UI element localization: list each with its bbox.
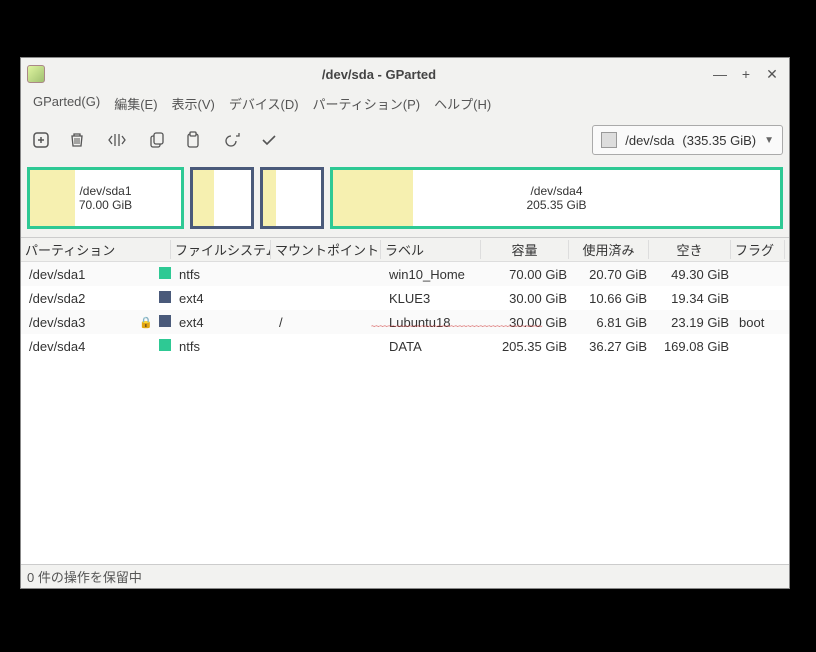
cell-used: 36.27 GiB — [575, 339, 655, 354]
cell-used: 20.70 GiB — [575, 267, 655, 282]
cell-flags: boot — [737, 315, 789, 330]
map-label-device: /dev/sda1 — [79, 184, 132, 198]
copy-button[interactable] — [143, 126, 171, 154]
col-free[interactable]: 空き — [649, 240, 731, 259]
app-window: /dev/sda - GParted — + ✕ GParted(G) 編集(E… — [20, 57, 790, 589]
map-partition-sda3[interactable] — [260, 167, 324, 229]
cell-size: 205.35 GiB — [487, 339, 575, 354]
menu-help[interactable]: ヘルプ(H) — [428, 92, 497, 115]
menu-edit[interactable]: 編集(E) — [108, 92, 163, 115]
toolbar: /dev/sda (335.35 GiB) ▼ — [21, 121, 789, 163]
table-body: ~~~~~~~~~~~~~~~~~~~~~~~~~~~~~~~~~~~~~~~~… — [21, 262, 789, 564]
disk-icon — [601, 132, 617, 148]
minimize-button[interactable]: — — [713, 67, 727, 81]
paste-button[interactable] — [179, 126, 207, 154]
new-partition-button[interactable] — [27, 126, 55, 154]
cell-partition: /dev/sda4 — [27, 339, 137, 354]
cell-used: 10.66 GiB — [575, 291, 655, 306]
cell-used: 6.81 GiB — [575, 315, 655, 330]
col-used[interactable]: 使用済み — [569, 240, 649, 259]
col-mount[interactable]: マウントポイント — [271, 240, 381, 259]
map-label-size: 70.00 GiB — [79, 198, 132, 212]
undo-button[interactable] — [219, 126, 247, 154]
status-bar: 0 件の操作を保留中 — [21, 564, 789, 588]
lock-icon: 🔒 — [137, 316, 157, 329]
cell-free: 49.30 GiB — [655, 267, 737, 282]
map-partition-sda2[interactable] — [190, 167, 254, 229]
menu-view[interactable]: 表示(V) — [166, 92, 221, 115]
device-selector[interactable]: /dev/sda (335.35 GiB) ▼ — [592, 125, 783, 155]
device-size: (335.35 GiB) — [682, 133, 756, 148]
partition-table: パーティション ファイルシステム マウントポイント ラベル 容量 使用済み 空き… — [21, 237, 789, 564]
window-title: /dev/sda - GParted — [53, 67, 705, 82]
apply-button[interactable] — [255, 126, 283, 154]
disk-map: /dev/sda1 70.00 GiB /dev/sda4 205.35 GiB — [21, 163, 789, 233]
fs-color-icon — [157, 291, 177, 306]
col-size[interactable]: 容量 — [481, 240, 569, 259]
cell-size: 30.00 GiB — [487, 291, 575, 306]
map-partition-sda4[interactable]: /dev/sda4 205.35 GiB — [330, 167, 783, 229]
cell-label: DATA — [387, 339, 487, 354]
cell-mount: / — [277, 315, 387, 330]
menu-partition[interactable]: パーティション(P) — [307, 92, 427, 115]
cell-size: 70.00 GiB — [487, 267, 575, 282]
menu-gparted[interactable]: GParted(G) — [27, 92, 106, 115]
table-row[interactable]: /dev/sda1 ntfs win10_Home70.00 GiB20.70 Gi… — [21, 262, 789, 286]
cell-label: win10_Home — [387, 267, 487, 282]
col-partition[interactable]: パーティション — [21, 240, 171, 259]
cell-label: KLUE3 — [387, 291, 487, 306]
chevron-down-icon: ▼ — [764, 135, 774, 146]
cell-partition: /dev/sda1 — [27, 267, 137, 282]
cell-filesystem: ntfs — [177, 339, 277, 354]
titlebar: /dev/sda - GParted — + ✕ — [21, 58, 789, 90]
delete-partition-button[interactable] — [63, 126, 91, 154]
fs-color-icon — [157, 267, 177, 282]
cell-label: Lubuntu18 — [387, 315, 487, 330]
map-partition-sda1[interactable]: /dev/sda1 70.00 GiB — [27, 167, 184, 229]
table-row[interactable]: /dev/sda2 ext4 KLUE330.00 GiB10.66 GiB19.3… — [21, 286, 789, 310]
device-name: /dev/sda — [625, 133, 674, 148]
map-label-device: /dev/sda4 — [526, 184, 586, 198]
cell-filesystem: ext4 — [177, 315, 277, 330]
resize-button[interactable] — [103, 126, 131, 154]
cell-free: 23.19 GiB — [655, 315, 737, 330]
table-row[interactable]: /dev/sda4 ntfs DATA205.35 GiB36.27 GiB169.… — [21, 334, 789, 358]
table-header: パーティション ファイルシステム マウントポイント ラベル 容量 使用済み 空き… — [21, 238, 789, 262]
cell-partition: /dev/sda2 — [27, 291, 137, 306]
table-row[interactable]: /dev/sda3🔒 ext4/Lubuntu1830.00 GiB6.81 Gi… — [21, 310, 789, 334]
fs-color-icon — [157, 339, 177, 354]
cell-size: 30.00 GiB — [487, 315, 575, 330]
close-button[interactable]: ✕ — [765, 67, 779, 81]
cell-free: 19.34 GiB — [655, 291, 737, 306]
col-filesystem[interactable]: ファイルシステム — [171, 240, 271, 259]
cell-filesystem: ntfs — [177, 267, 277, 282]
map-label-size: 205.35 GiB — [526, 198, 586, 212]
cell-filesystem: ext4 — [177, 291, 277, 306]
menubar: GParted(G) 編集(E) 表示(V) デバイス(D) パーティション(P… — [21, 90, 789, 121]
col-flags[interactable]: フラグ — [731, 240, 785, 259]
cell-partition: /dev/sda3 — [27, 315, 137, 330]
fs-color-icon — [157, 315, 177, 330]
status-text: 0 件の操作を保留中 — [27, 567, 142, 586]
menu-device[interactable]: デバイス(D) — [223, 92, 305, 115]
window-controls: — + ✕ — [713, 67, 783, 81]
maximize-button[interactable]: + — [739, 67, 753, 81]
cell-free: 169.08 GiB — [655, 339, 737, 354]
app-icon — [27, 65, 45, 83]
col-label[interactable]: ラベル — [381, 240, 481, 259]
